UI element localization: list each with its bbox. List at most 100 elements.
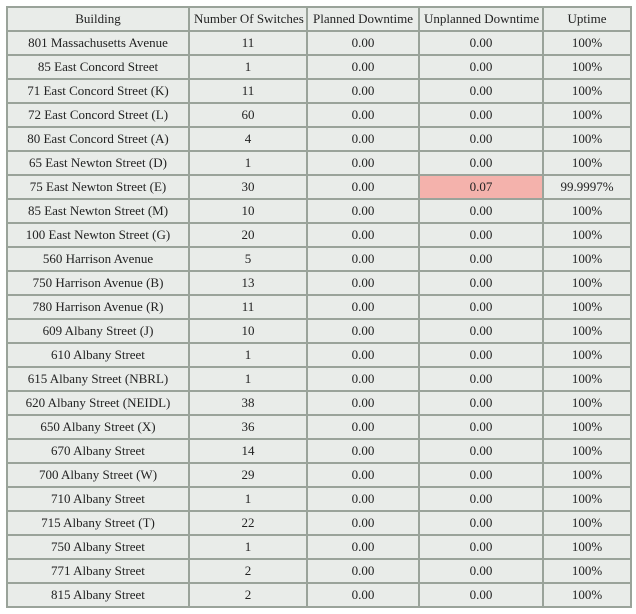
cell-uptime: 100% (543, 103, 631, 127)
cell-planned: 0.00 (307, 463, 419, 487)
cell-planned: 0.00 (307, 583, 419, 607)
cell-unplanned: 0.00 (419, 55, 543, 79)
cell-switches: 29 (189, 463, 307, 487)
cell-building: 815 Albany Street (7, 583, 189, 607)
cell-switches: 1 (189, 151, 307, 175)
table-row: 615 Albany Street (NBRL)10.000.00100% (7, 367, 631, 391)
cell-uptime: 100% (543, 127, 631, 151)
cell-planned: 0.00 (307, 127, 419, 151)
cell-building: 65 East Newton Street (D) (7, 151, 189, 175)
cell-unplanned: 0.00 (419, 367, 543, 391)
cell-unplanned: 0.00 (419, 151, 543, 175)
table-row: 85 East Newton Street (M)100.000.00100% (7, 199, 631, 223)
cell-switches: 11 (189, 79, 307, 103)
cell-uptime: 100% (543, 559, 631, 583)
cell-planned: 0.00 (307, 319, 419, 343)
cell-switches: 1 (189, 487, 307, 511)
cell-uptime: 100% (543, 439, 631, 463)
table-row: 801 Massachusetts Avenue110.000.00100% (7, 31, 631, 55)
table-row: 620 Albany Street (NEIDL)380.000.00100% (7, 391, 631, 415)
cell-unplanned: 0.00 (419, 223, 543, 247)
cell-building: 85 East Newton Street (M) (7, 199, 189, 223)
cell-building: 100 East Newton Street (G) (7, 223, 189, 247)
cell-building: 71 East Concord Street (K) (7, 79, 189, 103)
cell-uptime: 100% (543, 487, 631, 511)
cell-building: 72 East Concord Street (L) (7, 103, 189, 127)
table-row: 71 East Concord Street (K)110.000.00100% (7, 79, 631, 103)
table-row: 85 East Concord Street10.000.00100% (7, 55, 631, 79)
cell-planned: 0.00 (307, 55, 419, 79)
cell-uptime: 100% (543, 535, 631, 559)
cell-planned: 0.00 (307, 79, 419, 103)
cell-planned: 0.00 (307, 391, 419, 415)
cell-building: 85 East Concord Street (7, 55, 189, 79)
cell-unplanned: 0.00 (419, 271, 543, 295)
cell-building: 609 Albany Street (J) (7, 319, 189, 343)
cell-uptime: 100% (543, 79, 631, 103)
cell-switches: 5 (189, 247, 307, 271)
col-header-switches: Number Of Switches (189, 7, 307, 31)
uptime-table: Building Number Of Switches Planned Down… (6, 6, 632, 608)
col-header-unplanned: Unplanned Downtime (419, 7, 543, 31)
cell-building: 610 Albany Street (7, 343, 189, 367)
cell-unplanned: 0.00 (419, 319, 543, 343)
table-row: 650 Albany Street (X)360.000.00100% (7, 415, 631, 439)
cell-building: 771 Albany Street (7, 559, 189, 583)
cell-switches: 30 (189, 175, 307, 199)
cell-uptime: 100% (543, 295, 631, 319)
cell-planned: 0.00 (307, 487, 419, 511)
cell-planned: 0.00 (307, 535, 419, 559)
cell-switches: 1 (189, 367, 307, 391)
cell-unplanned: 0.00 (419, 559, 543, 583)
col-header-planned: Planned Downtime (307, 7, 419, 31)
cell-building: 615 Albany Street (NBRL) (7, 367, 189, 391)
cell-building: 715 Albany Street (T) (7, 511, 189, 535)
table-row: 815 Albany Street20.000.00100% (7, 583, 631, 607)
cell-switches: 1 (189, 535, 307, 559)
cell-uptime: 100% (543, 367, 631, 391)
col-header-building: Building (7, 7, 189, 31)
cell-planned: 0.00 (307, 247, 419, 271)
cell-uptime: 99.9997% (543, 175, 631, 199)
cell-switches: 36 (189, 415, 307, 439)
cell-switches: 1 (189, 55, 307, 79)
cell-unplanned: 0.00 (419, 391, 543, 415)
cell-uptime: 100% (543, 463, 631, 487)
cell-switches: 1 (189, 343, 307, 367)
cell-unplanned: 0.00 (419, 127, 543, 151)
cell-building: 620 Albany Street (NEIDL) (7, 391, 189, 415)
cell-uptime: 100% (543, 391, 631, 415)
cell-switches: 2 (189, 559, 307, 583)
cell-planned: 0.00 (307, 559, 419, 583)
table-body: 801 Massachusetts Avenue110.000.00100%85… (7, 31, 631, 607)
cell-switches: 38 (189, 391, 307, 415)
cell-uptime: 100% (543, 55, 631, 79)
cell-planned: 0.00 (307, 223, 419, 247)
cell-planned: 0.00 (307, 367, 419, 391)
cell-unplanned: 0.00 (419, 583, 543, 607)
table-row: 750 Harrison Avenue (B)130.000.00100% (7, 271, 631, 295)
cell-planned: 0.00 (307, 271, 419, 295)
table-row: 670 Albany Street140.000.00100% (7, 439, 631, 463)
cell-planned: 0.00 (307, 175, 419, 199)
cell-planned: 0.00 (307, 511, 419, 535)
cell-uptime: 100% (543, 151, 631, 175)
cell-building: 710 Albany Street (7, 487, 189, 511)
cell-uptime: 100% (543, 199, 631, 223)
cell-uptime: 100% (543, 343, 631, 367)
table-row: 72 East Concord Street (L)600.000.00100% (7, 103, 631, 127)
cell-planned: 0.00 (307, 31, 419, 55)
cell-building: 75 East Newton Street (E) (7, 175, 189, 199)
cell-uptime: 100% (543, 31, 631, 55)
cell-unplanned: 0.00 (419, 103, 543, 127)
table-row: 609 Albany Street (J)100.000.00100% (7, 319, 631, 343)
table-row: 710 Albany Street10.000.00100% (7, 487, 631, 511)
cell-building: 670 Albany Street (7, 439, 189, 463)
cell-planned: 0.00 (307, 199, 419, 223)
cell-switches: 14 (189, 439, 307, 463)
cell-unplanned: 0.00 (419, 79, 543, 103)
cell-building: 780 Harrison Avenue (R) (7, 295, 189, 319)
cell-building: 750 Albany Street (7, 535, 189, 559)
cell-building: 80 East Concord Street (A) (7, 127, 189, 151)
cell-unplanned: 0.00 (419, 535, 543, 559)
